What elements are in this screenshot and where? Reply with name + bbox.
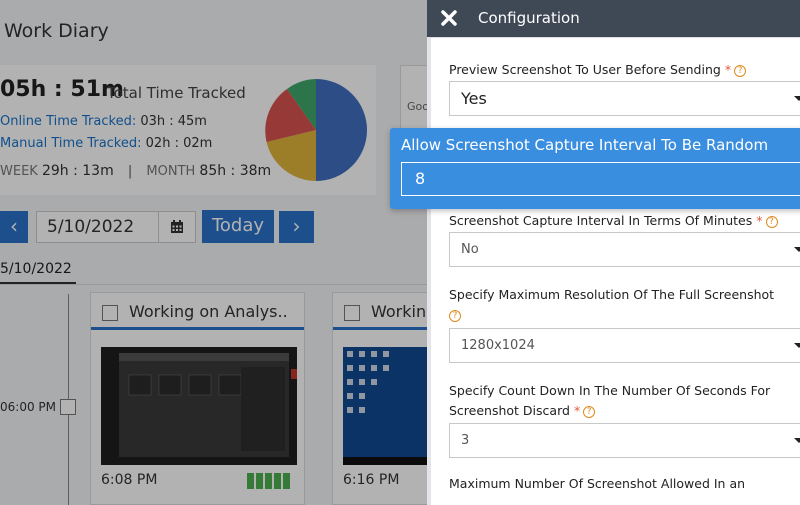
max-resolution-value: 1280x1024 bbox=[461, 338, 535, 353]
preview-screenshot-select[interactable]: Yes bbox=[449, 81, 800, 116]
help-icon[interactable]: ? bbox=[449, 310, 461, 322]
required-marker: * bbox=[573, 403, 581, 418]
required-marker: * bbox=[724, 62, 732, 77]
max-resolution-select[interactable]: 1280x1024 bbox=[449, 328, 800, 363]
help-icon[interactable]: ? bbox=[734, 65, 747, 77]
preview-screenshot-value: Yes bbox=[461, 89, 487, 108]
countdown-label-line1: Specify Count Down In The Number Of Seco… bbox=[449, 381, 770, 401]
countdown-label-text-2: Screenshot Discard bbox=[449, 403, 570, 418]
drawer-title: Configuration bbox=[478, 9, 580, 27]
help-icon[interactable]: ? bbox=[765, 216, 778, 228]
chevron-down-icon bbox=[794, 343, 800, 348]
chevron-down-icon bbox=[794, 438, 800, 443]
max-resolution-label-text: Specify Maximum Resolution Of The Full S… bbox=[449, 287, 775, 302]
max-resolution-help-row: ? bbox=[449, 305, 461, 325]
capture-interval-select[interactable]: No bbox=[449, 232, 800, 267]
max-screenshots-label-text: Maximum Number Of Screenshot Allowed In … bbox=[449, 476, 746, 491]
countdown-label-text: Specify Count Down In The Number Of Seco… bbox=[449, 383, 771, 398]
close-icon[interactable] bbox=[439, 8, 459, 28]
capture-interval-label-text: Screenshot Capture Interval In Terms Of … bbox=[449, 213, 753, 228]
countdown-select[interactable]: 3 bbox=[449, 423, 800, 458]
drawer-body: Preview Screenshot To User Before Sendin… bbox=[427, 37, 800, 505]
countdown-value: 3 bbox=[461, 433, 470, 448]
countdown-label-line2: Screenshot Discard *? bbox=[449, 401, 596, 421]
help-icon[interactable]: ? bbox=[583, 406, 596, 418]
random-interval-input[interactable]: 8 bbox=[401, 162, 800, 196]
configuration-drawer: Configuration Preview Screenshot To User… bbox=[427, 0, 800, 505]
required-marker: * bbox=[756, 213, 763, 228]
random-interval-title: Allow Screenshot Capture Interval To Be … bbox=[401, 136, 769, 154]
max-resolution-label: Specify Maximum Resolution Of The Full S… bbox=[449, 285, 774, 305]
random-interval-popover: Allow Screenshot Capture Interval To Be … bbox=[390, 128, 800, 209]
chevron-down-icon bbox=[794, 96, 800, 101]
max-screenshots-label: Maximum Number Of Screenshot Allowed In … bbox=[449, 474, 745, 494]
capture-interval-label: Screenshot Capture Interval In Terms Of … bbox=[449, 211, 778, 231]
drawer-header: Configuration bbox=[427, 0, 800, 37]
preview-screenshot-label: Preview Screenshot To User Before Sendin… bbox=[449, 60, 747, 80]
chevron-down-icon bbox=[794, 247, 800, 252]
preview-screenshot-label-text: Preview Screenshot To User Before Sendin… bbox=[449, 62, 721, 77]
capture-interval-value: No bbox=[461, 242, 479, 257]
